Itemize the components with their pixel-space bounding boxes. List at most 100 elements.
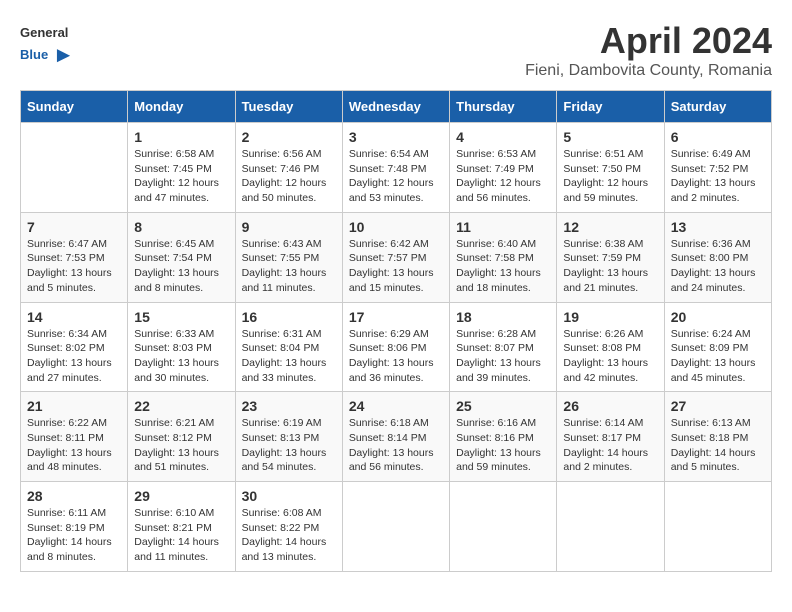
day-info: Sunrise: 6:21 AM Sunset: 8:12 PM Dayligh… — [134, 416, 228, 475]
day-info: Sunrise: 6:40 AM Sunset: 7:58 PM Dayligh… — [456, 237, 550, 296]
calendar-day-cell: 14Sunrise: 6:34 AM Sunset: 8:02 PM Dayli… — [21, 302, 128, 392]
calendar-day-cell: 28 Sunrise: 6:11 AM Sunset: 8:19 PM Dayli… — [21, 482, 128, 572]
day-info: Sunrise: 6:28 AM Sunset: 8:07 PM Dayligh… — [456, 327, 550, 386]
calendar-week-row: 28 Sunrise: 6:11 AM Sunset: 8:19 PM Dayli… — [21, 482, 772, 572]
calendar-day-cell: 23 Sunrise: 6:19 AM Sunset: 8:13 PM Dayli… — [235, 392, 342, 482]
calendar-day-cell: 26 Sunrise: 6:14 AM Sunset: 8:17 PM Dayli… — [557, 392, 664, 482]
calendar-day-cell: 3 Sunrise: 6:54 AM Sunset: 7:48 PM Daylig… — [342, 123, 449, 213]
day-number: 26 — [563, 398, 657, 414]
day-info: Sunrise: 6:51 AM Sunset: 7:50 PM Dayligh… — [563, 147, 657, 206]
day-info: Sunrise: 6:45 AM Sunset: 7:54 PM Dayligh… — [134, 237, 228, 296]
day-number: 9 — [242, 219, 336, 235]
calendar-day-cell: 21Sunrise: 6:22 AM Sunset: 8:11 PM Dayli… — [21, 392, 128, 482]
calendar-day-cell: 27Sunrise: 6:13 AM Sunset: 8:18 PM Dayli… — [664, 392, 771, 482]
day-info: Sunrise: 6:29 AM Sunset: 8:06 PM Dayligh… — [349, 327, 443, 386]
day-number: 2 — [242, 129, 336, 145]
day-number: 12 — [563, 219, 657, 235]
calendar-day-cell: 24 Sunrise: 6:18 AM Sunset: 8:14 PM Dayli… — [342, 392, 449, 482]
calendar-day-cell — [21, 123, 128, 213]
day-info: Sunrise: 6:36 AM Sunset: 8:00 PM Dayligh… — [671, 237, 765, 296]
calendar-day-cell: 7 Sunrise: 6:47 AM Sunset: 7:53 PM Daylig… — [21, 212, 128, 302]
calendar-day-cell: 2 Sunrise: 6:56 AM Sunset: 7:46 PM Daylig… — [235, 123, 342, 213]
calendar-day-cell: 12Sunrise: 6:38 AM Sunset: 7:59 PM Dayli… — [557, 212, 664, 302]
weekday-header: Friday — [557, 91, 664, 123]
day-number: 11 — [456, 219, 550, 235]
day-info: Sunrise: 6:31 AM Sunset: 8:04 PM Dayligh… — [242, 327, 336, 386]
calendar-day-cell: 13 Sunrise: 6:36 AM Sunset: 8:00 PM Dayli… — [664, 212, 771, 302]
day-number: 1 — [134, 129, 228, 145]
calendar-day-cell: 16Sunrise: 6:31 AM Sunset: 8:04 PM Dayli… — [235, 302, 342, 392]
day-number: 17 — [349, 309, 443, 325]
day-number: 23 — [242, 398, 336, 414]
weekday-header: Saturday — [664, 91, 771, 123]
calendar-week-row: 7 Sunrise: 6:47 AM Sunset: 7:53 PM Daylig… — [21, 212, 772, 302]
calendar-day-cell: 29 Sunrise: 6:10 AM Sunset: 8:21 PM Dayli… — [128, 482, 235, 572]
calendar-day-cell: 18 Sunrise: 6:28 AM Sunset: 8:07 PM Dayli… — [450, 302, 557, 392]
calendar-day-cell: 25Sunrise: 6:16 AM Sunset: 8:16 PM Dayli… — [450, 392, 557, 482]
day-number: 7 — [27, 219, 121, 235]
day-number: 15 — [134, 309, 228, 325]
calendar-day-cell — [557, 482, 664, 572]
calendar-day-cell: 9 Sunrise: 6:43 AM Sunset: 7:55 PM Daylig… — [235, 212, 342, 302]
calendar-day-cell — [450, 482, 557, 572]
day-info: Sunrise: 6:18 AM Sunset: 8:14 PM Dayligh… — [349, 416, 443, 475]
day-info: Sunrise: 6:54 AM Sunset: 7:48 PM Dayligh… — [349, 147, 443, 206]
calendar-day-cell: 10 Sunrise: 6:42 AM Sunset: 7:57 PM Dayli… — [342, 212, 449, 302]
calendar-day-cell: 6 Sunrise: 6:49 AM Sunset: 7:52 PM Daylig… — [664, 123, 771, 213]
day-number: 6 — [671, 129, 765, 145]
logo-blue: Blue — [20, 47, 48, 62]
day-number: 13 — [671, 219, 765, 235]
day-number: 20 — [671, 309, 765, 325]
day-info: Sunrise: 6:42 AM Sunset: 7:57 PM Dayligh… — [349, 237, 443, 296]
weekday-header: Monday — [128, 91, 235, 123]
weekday-header: Wednesday — [342, 91, 449, 123]
calendar-week-row: 1Sunrise: 6:58 AM Sunset: 7:45 PM Daylig… — [21, 123, 772, 213]
calendar-day-cell: 11 Sunrise: 6:40 AM Sunset: 7:58 PM Dayli… — [450, 212, 557, 302]
calendar-day-cell: 1Sunrise: 6:58 AM Sunset: 7:45 PM Daylig… — [128, 123, 235, 213]
day-info: Sunrise: 6:53 AM Sunset: 7:49 PM Dayligh… — [456, 147, 550, 206]
day-info: Sunrise: 6:26 AM Sunset: 8:08 PM Dayligh… — [563, 327, 657, 386]
day-info: Sunrise: 6:14 AM Sunset: 8:17 PM Dayligh… — [563, 416, 657, 475]
day-info: Sunrise: 6:13 AM Sunset: 8:18 PM Dayligh… — [671, 416, 765, 475]
day-info: Sunrise: 6:43 AM Sunset: 7:55 PM Dayligh… — [242, 237, 336, 296]
day-number: 24 — [349, 398, 443, 414]
day-number: 10 — [349, 219, 443, 235]
day-number: 28 — [27, 488, 121, 504]
page-subtitle: Fieni, Dambovita County, Romania — [20, 62, 772, 80]
page-header: April 2024 Fieni, Dambovita County, Roma… — [20, 20, 772, 80]
day-number: 22 — [134, 398, 228, 414]
calendar-day-cell: 22 Sunrise: 6:21 AM Sunset: 8:12 PM Dayli… — [128, 392, 235, 482]
logo-icon: ► — [53, 42, 75, 67]
day-number: 4 — [456, 129, 550, 145]
day-number: 30 — [242, 488, 336, 504]
calendar-day-cell: 30Sunrise: 6:08 AM Sunset: 8:22 PM Dayli… — [235, 482, 342, 572]
weekday-header: Sunday — [21, 91, 128, 123]
day-info: Sunrise: 6:10 AM Sunset: 8:21 PM Dayligh… — [134, 506, 228, 565]
calendar-day-cell: 5 Sunrise: 6:51 AM Sunset: 7:50 PM Daylig… — [557, 123, 664, 213]
day-info: Sunrise: 6:49 AM Sunset: 7:52 PM Dayligh… — [671, 147, 765, 206]
day-number: 29 — [134, 488, 228, 504]
calendar-day-cell: 19 Sunrise: 6:26 AM Sunset: 8:08 PM Dayli… — [557, 302, 664, 392]
day-info: Sunrise: 6:19 AM Sunset: 8:13 PM Dayligh… — [242, 416, 336, 475]
weekday-header: Tuesday — [235, 91, 342, 123]
day-info: Sunrise: 6:33 AM Sunset: 8:03 PM Dayligh… — [134, 327, 228, 386]
calendar-day-cell — [342, 482, 449, 572]
day-number: 18 — [456, 309, 550, 325]
day-number: 19 — [563, 309, 657, 325]
day-number: 5 — [563, 129, 657, 145]
weekday-header-row: SundayMondayTuesdayWednesdayThursdayFrid… — [21, 91, 772, 123]
calendar-day-cell: 4 Sunrise: 6:53 AM Sunset: 7:49 PM Daylig… — [450, 123, 557, 213]
day-number: 3 — [349, 129, 443, 145]
day-info: Sunrise: 6:22 AM Sunset: 8:11 PM Dayligh… — [27, 416, 121, 475]
page-title: April 2024 — [20, 20, 772, 62]
weekday-header: Thursday — [450, 91, 557, 123]
calendar-week-row: 14Sunrise: 6:34 AM Sunset: 8:02 PM Dayli… — [21, 302, 772, 392]
day-number: 8 — [134, 219, 228, 235]
calendar-day-cell: 20 Sunrise: 6:24 AM Sunset: 8:09 PM Dayli… — [664, 302, 771, 392]
day-info: Sunrise: 6:47 AM Sunset: 7:53 PM Dayligh… — [27, 237, 121, 296]
day-info: Sunrise: 6:11 AM Sunset: 8:19 PM Dayligh… — [27, 506, 121, 565]
day-info: Sunrise: 6:24 AM Sunset: 8:09 PM Dayligh… — [671, 327, 765, 386]
day-info: Sunrise: 6:16 AM Sunset: 8:16 PM Dayligh… — [456, 416, 550, 475]
day-number: 14 — [27, 309, 121, 325]
day-info: Sunrise: 6:56 AM Sunset: 7:46 PM Dayligh… — [242, 147, 336, 206]
